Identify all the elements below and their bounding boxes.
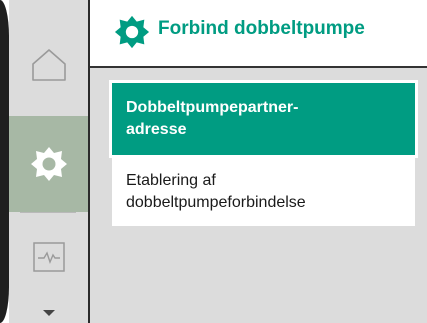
menu-item-label: Etablering af dobbeltpumpeforbindelse — [126, 172, 306, 211]
menu-item-label: Dobbeltpumpepartner- adresse — [126, 99, 299, 138]
chevron-down-icon — [42, 309, 55, 316]
gear-icon — [114, 15, 150, 49]
menu-item-establish-connection[interactable]: Etablering af dobbeltpumpeforbindelse — [112, 158, 415, 226]
menu-panel: Dobbeltpumpepartner- adresse Etablering … — [90, 68, 427, 323]
monitor-icon — [32, 242, 65, 272]
device-edge — [0, 0, 9, 323]
home-icon — [31, 49, 66, 81]
menu-item-partner-address[interactable]: Dobbeltpumpepartner- adresse — [109, 80, 418, 158]
page-title: Forbind dobbeltpumpe — [158, 18, 365, 39]
sidebar-item-home[interactable] — [9, 14, 88, 116]
gear-icon — [30, 147, 67, 181]
page-header: Forbind dobbeltpumpe — [90, 0, 427, 66]
sidebar-scroll-down[interactable] — [9, 302, 88, 323]
sidebar-item-diagnostics[interactable] — [9, 212, 88, 302]
sidebar-item-settings[interactable] — [9, 116, 88, 212]
